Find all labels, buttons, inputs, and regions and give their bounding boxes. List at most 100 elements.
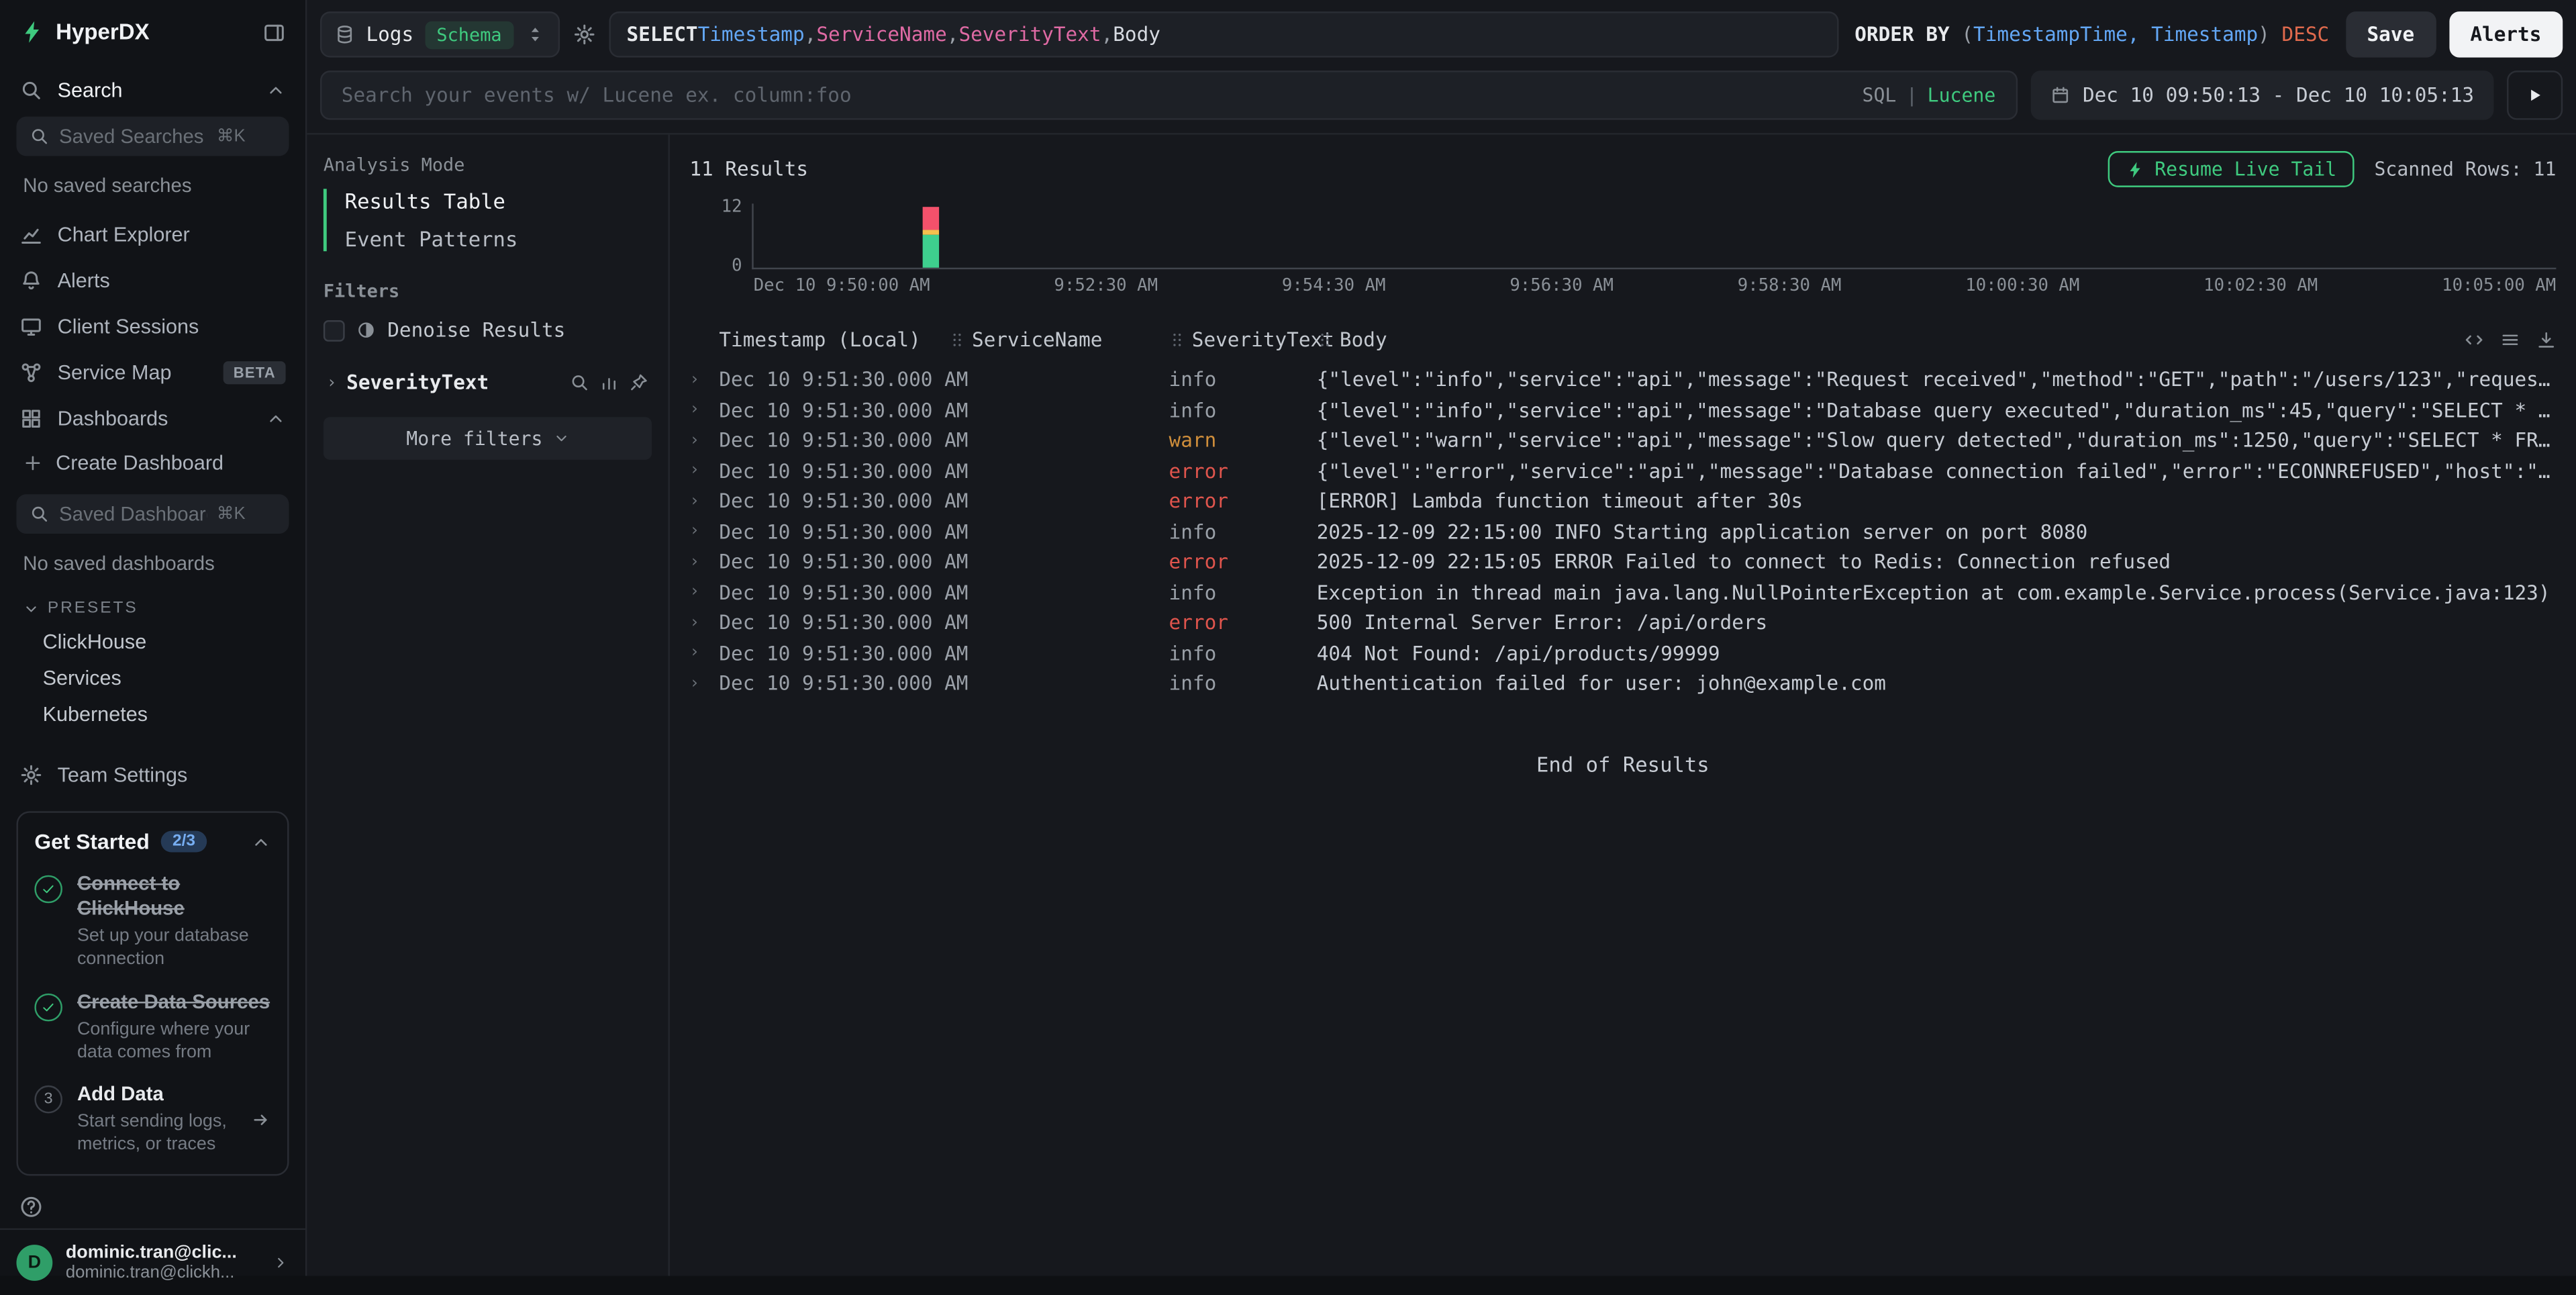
user-name: dominic.tran@clic... [66, 1243, 237, 1262]
row-expand-chevron[interactable]: › [689, 462, 719, 480]
col-header-body[interactable]: Body [1317, 328, 2448, 351]
filter-search-icon[interactable] [570, 373, 589, 392]
run-query-button[interactable] [2507, 70, 2563, 119]
alerts-button[interactable]: Alerts [2449, 11, 2563, 57]
save-button[interactable]: Save [2346, 11, 2436, 57]
filter-chart-icon[interactable] [599, 373, 619, 392]
denoise-results-toggle[interactable]: Denoise Results [324, 319, 652, 342]
row-expand-chevron[interactable]: › [689, 644, 719, 662]
saved-dashboards-input[interactable] [59, 502, 207, 525]
source-selector[interactable]: Logs Schema [320, 11, 559, 57]
sidebar-item-search[interactable]: Search [0, 67, 305, 113]
sql-select-input[interactable]: SELECT Timestamp,ServiceName,SeverityTex… [609, 11, 1838, 57]
sidebar-item-alerts[interactable]: Alerts [0, 258, 305, 303]
collapse-sidebar-icon[interactable] [262, 21, 285, 44]
event-search-box[interactable]: SQL | Lucene [320, 70, 2017, 119]
saved-dashboards-box[interactable]: ⌘K [16, 494, 289, 534]
filter-group-severitytext[interactable]: › SeverityText [324, 365, 652, 407]
col-header-servicename[interactable]: ServiceName [949, 328, 1169, 351]
sql-column: ServiceName [816, 23, 946, 46]
help-icon[interactable] [19, 1195, 42, 1218]
table-row[interactable]: › Dec 10 9:51:30.000 AM info 2025-12-09 … [689, 516, 2556, 546]
table-row[interactable]: › Dec 10 9:51:30.000 AM info {"level":"i… [689, 365, 2556, 395]
chevron-up-icon[interactable] [251, 832, 270, 851]
mode-sql-toggle[interactable]: SQL [1863, 84, 1897, 107]
preset-item-kubernetes[interactable]: Kubernetes [0, 696, 305, 732]
create-dashboard-button[interactable]: Create Dashboard [0, 442, 305, 491]
row-expand-chevron[interactable]: › [689, 675, 719, 693]
events-histogram[interactable]: 12 0 [689, 203, 2556, 269]
schema-chip[interactable]: Schema [425, 21, 513, 49]
row-expand-chevron[interactable]: › [689, 401, 719, 419]
source-settings-icon[interactable] [573, 23, 595, 46]
row-expand-chevron[interactable]: › [689, 522, 719, 540]
results-count: 11 Results [689, 158, 808, 181]
row-expand-chevron[interactable]: › [689, 583, 719, 602]
sidebar-item-team-settings[interactable]: Team Settings [0, 752, 305, 798]
get-started-step-sources[interactable]: Create Data Sources Configure where your… [34, 990, 270, 1065]
cell-timestamp: Dec 10 9:51:30.000 AM [719, 672, 948, 695]
order-by-clause[interactable]: ORDER BY (TimestampTime, Timestamp) DESC [1851, 23, 2332, 46]
table-row[interactable]: › Dec 10 9:51:30.000 AM error 500 Intern… [689, 608, 2556, 638]
live-tail-label: Resume Live Tail [2154, 158, 2336, 181]
more-filters-button[interactable]: More filters [324, 417, 652, 460]
denoise-checkbox[interactable] [324, 320, 345, 341]
row-expand-chevron[interactable]: › [689, 614, 719, 632]
chevron-up-icon[interactable] [266, 81, 285, 100]
chart-bar[interactable] [922, 207, 938, 268]
end-of-results: End of Results [689, 751, 2556, 776]
x-tick-label: 10:05:00 AM [2442, 276, 2556, 295]
hyperdx-logo-icon [19, 19, 44, 44]
mode-results-table[interactable]: Results Table [345, 189, 652, 213]
sql-column: TimestampTime, Timestamp [1973, 23, 2258, 46]
sidebar-item-service-map[interactable]: Service Map BETA [0, 350, 305, 395]
drag-handle-icon[interactable] [1317, 332, 1333, 348]
user-menu[interactable]: D dominic.tran@clic... dominic.tran@clic… [0, 1228, 305, 1295]
step-desc: Configure where your data comes from [77, 1018, 271, 1065]
col-header-label: Body [1340, 328, 1387, 351]
table-row[interactable]: › Dec 10 9:51:30.000 AM warn {"level":"w… [689, 426, 2556, 456]
mode-lucene-toggle[interactable]: Lucene [1928, 84, 1996, 107]
drag-handle-icon[interactable] [1169, 332, 1185, 348]
table-row[interactable]: › Dec 10 9:51:30.000 AM info {"level":"i… [689, 395, 2556, 425]
row-expand-chevron[interactable]: › [689, 492, 719, 510]
table-row[interactable]: › Dec 10 9:51:30.000 AM info Exception i… [689, 577, 2556, 608]
step-number-badge: 3 [34, 1086, 62, 1114]
filter-pin-icon[interactable] [629, 373, 648, 392]
get-started-step-connect[interactable]: Connect to ClickHouse Set up your databa… [34, 872, 270, 971]
chevron-up-icon[interactable] [266, 409, 285, 428]
sidebar-item-chart-explorer[interactable]: Chart Explorer [0, 212, 305, 258]
chevron-right-icon[interactable]: › [327, 373, 337, 391]
download-icon[interactable] [2536, 330, 2556, 350]
sidebar-item-dashboards[interactable]: Dashboards [0, 395, 305, 441]
table-row[interactable]: › Dec 10 9:51:30.000 AM info Authenticat… [689, 669, 2556, 699]
get-started-step-add-data[interactable]: 3 Add Data Start sending logs, metrics, … [34, 1082, 270, 1157]
resume-live-tail-button[interactable]: Resume Live Tail [2109, 151, 2355, 187]
presets-header[interactable]: PRESETS [0, 589, 305, 624]
table-row[interactable]: › Dec 10 9:51:30.000 AM error 2025-12-09… [689, 547, 2556, 577]
mode-event-patterns[interactable]: Event Patterns [345, 227, 652, 252]
chart-plot[interactable] [752, 203, 2556, 269]
time-range-picker[interactable]: Dec 10 09:50:13 - Dec 10 10:05:13 [2030, 70, 2494, 119]
row-expand-chevron[interactable]: › [689, 553, 719, 571]
sidebar-item-client-sessions[interactable]: Client Sessions [0, 304, 305, 350]
sql-separator: , [1101, 23, 1113, 46]
preset-item-services[interactable]: Services [0, 660, 305, 696]
table-row[interactable]: › Dec 10 9:51:30.000 AM error {"level":"… [689, 456, 2556, 486]
col-header-timestamp[interactable]: Timestamp (Local) [719, 328, 948, 351]
row-density-icon[interactable] [2500, 330, 2520, 350]
cell-timestamp: Dec 10 9:51:30.000 AM [719, 399, 948, 422]
table-row[interactable]: › Dec 10 9:51:30.000 AM info 404 Not Fou… [689, 638, 2556, 668]
table-row[interactable]: › Dec 10 9:51:30.000 AM error [ERROR] La… [689, 486, 2556, 516]
preset-item-clickhouse[interactable]: ClickHouse [0, 624, 305, 660]
results-table: Timestamp (Local) ServiceName SeverityTe… [689, 322, 2556, 698]
saved-searches-box[interactable]: ⌘K [16, 117, 289, 156]
drag-handle-icon[interactable] [949, 332, 965, 348]
code-view-icon[interactable] [2464, 330, 2483, 350]
saved-searches-input[interactable] [59, 125, 207, 148]
y-tick-zero: 0 [732, 256, 742, 276]
row-expand-chevron[interactable]: › [689, 371, 719, 389]
row-expand-chevron[interactable]: › [689, 432, 719, 450]
search-input[interactable] [342, 84, 1849, 107]
col-header-severitytext[interactable]: SeverityText [1169, 328, 1317, 351]
